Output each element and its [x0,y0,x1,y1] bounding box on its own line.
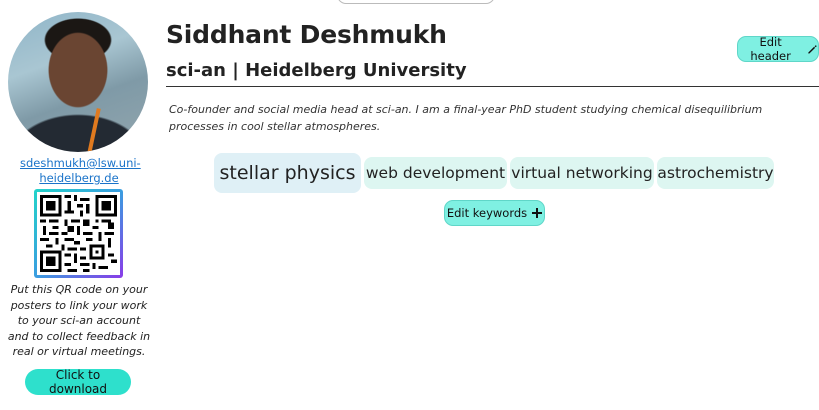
avatar [8,12,148,152]
pencil-icon [808,44,817,54]
edit-keywords-label: Edit keywords [446,206,528,220]
qr-instructions: Put this QR code on your posters to link… [7,283,151,358]
qr-code-icon [40,195,117,272]
keyword-tag[interactable]: web development [364,157,507,189]
header-divider [166,86,819,87]
plus-icon [532,208,543,218]
download-qr-button[interactable]: Click to download [25,368,131,396]
qr-code [37,192,120,275]
edit-header-label: Edit header [750,35,791,63]
keyword-tag[interactable]: stellar physics [214,153,361,193]
profile-affiliation: sci-an | Heidelberg University [166,60,467,81]
qr-code-frame [34,189,123,278]
keyword-tag[interactable]: virtual networking [510,157,654,189]
profile-bio: Co-founder and social media head at sci-… [169,103,763,133]
profile-name: Siddhant Deshmukh [166,20,447,49]
keyword-tag[interactable]: astrochemistry [657,157,774,189]
top-search-pill[interactable] [337,0,495,4]
edit-header-button[interactable]: Edit header [737,35,819,63]
profile-sidebar: sdeshmukh@lsw.uni-heidelberg.de Put this… [0,0,158,410]
lanyard-detail [87,108,101,152]
email-link[interactable]: sdeshmukh@lsw.uni-heidelberg.de [20,156,141,186]
edit-keywords-button[interactable]: Edit keywords [444,200,545,226]
